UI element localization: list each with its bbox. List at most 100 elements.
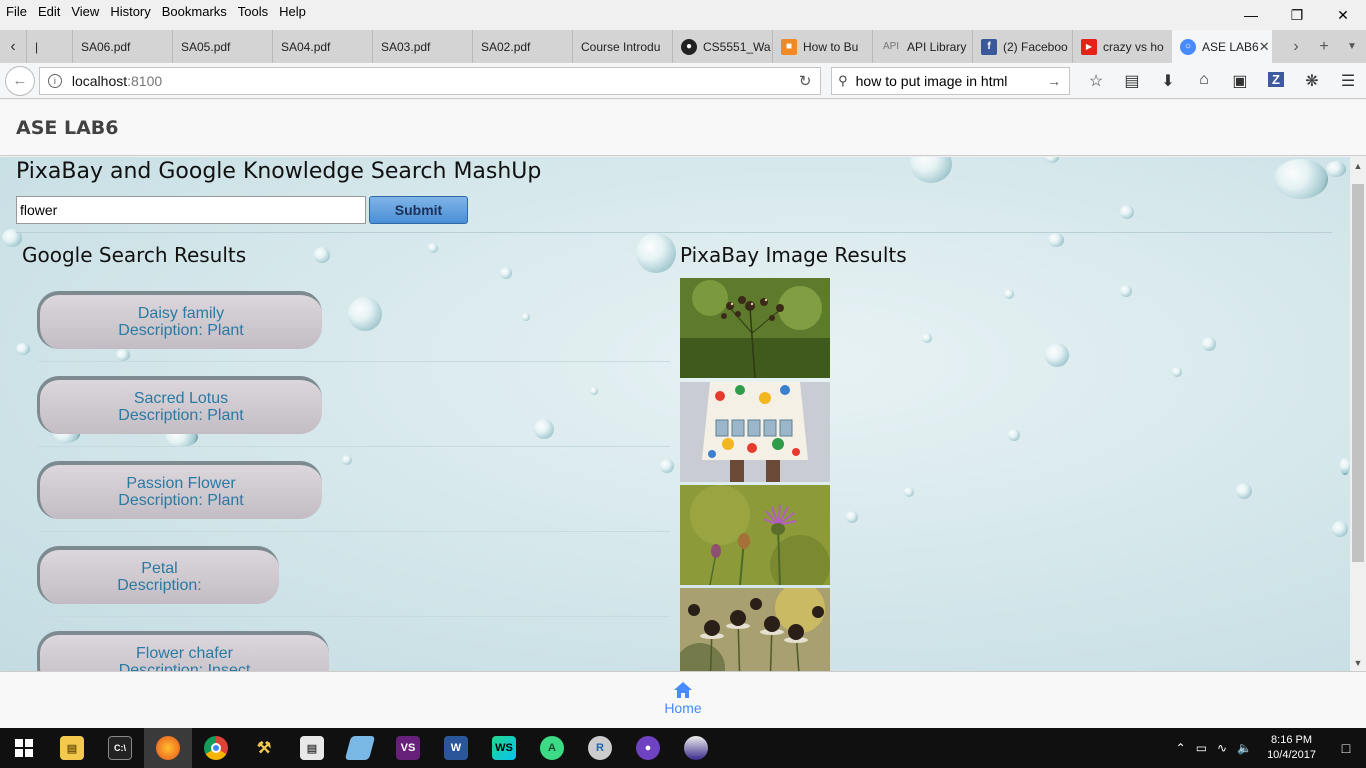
menu-edit[interactable]: Edit bbox=[38, 4, 60, 19]
tab-sa05[interactable]: SA05.pdf bbox=[172, 30, 272, 63]
notepad-button[interactable] bbox=[336, 728, 384, 768]
tab-scroll-right-icon[interactable]: › bbox=[1282, 38, 1310, 56]
media-button[interactable] bbox=[672, 728, 720, 768]
result-description: Description: Plant bbox=[118, 407, 244, 424]
tab-scroll-left-icon[interactable]: ‹ bbox=[0, 30, 26, 63]
tab-sa06[interactable]: SA06.pdf bbox=[72, 30, 172, 63]
android-studio-button[interactable]: A bbox=[528, 728, 576, 768]
word-button[interactable]: W bbox=[432, 728, 480, 768]
tab-github[interactable]: ● CS5551_Wa bbox=[672, 30, 772, 63]
extension-icon[interactable]: ❋ bbox=[1294, 71, 1330, 91]
result-item[interactable]: Sacred Lotus Description: Plant bbox=[37, 376, 322, 434]
browser-search-bar[interactable]: ⚲ how to put image in html → bbox=[831, 66, 1070, 95]
file-explorer-button[interactable]: ▤ bbox=[48, 728, 96, 768]
download-icon[interactable]: ⬇ bbox=[1150, 71, 1186, 91]
tab-youtube[interactable]: ▶ crazy vs ho bbox=[1072, 30, 1172, 63]
windows-logo-icon bbox=[15, 739, 33, 757]
water-drop bbox=[1004, 289, 1014, 299]
webstorm-button[interactable]: WS bbox=[480, 728, 528, 768]
restore-icon[interactable]: ❐ bbox=[1274, 0, 1320, 30]
tab-sa02[interactable]: SA02.pdf bbox=[472, 30, 572, 63]
folder-icon: ▤ bbox=[60, 736, 84, 760]
clock[interactable]: 8:16 PM 10/4/2017 bbox=[1267, 733, 1316, 763]
result-description: Description: bbox=[117, 577, 202, 594]
zotero-icon[interactable]: Z bbox=[1258, 71, 1294, 91]
hamburger-menu-icon[interactable]: ☰ bbox=[1330, 71, 1366, 91]
tab-course-intro[interactable]: Course Introdu bbox=[572, 30, 672, 63]
bottom-tab-bar: Home bbox=[0, 671, 1366, 728]
close-window-icon[interactable]: ✕ bbox=[1320, 0, 1366, 30]
github-desktop-icon: ● bbox=[636, 736, 660, 760]
scroll-up-icon[interactable]: ▲ bbox=[1350, 158, 1366, 174]
tools-button[interactable]: ⚒ bbox=[240, 728, 288, 768]
firefox-button[interactable] bbox=[144, 728, 192, 768]
water-drop bbox=[522, 313, 530, 321]
result-item[interactable]: Flower chafer Description: Insect bbox=[37, 631, 329, 671]
coneflowers-image bbox=[680, 588, 830, 671]
tab-sa03[interactable]: SA03.pdf bbox=[372, 30, 472, 63]
scroll-down-icon[interactable]: ▼ bbox=[1350, 655, 1366, 671]
battery-icon[interactable]: ▭ bbox=[1196, 741, 1207, 755]
r-button[interactable]: R bbox=[576, 728, 624, 768]
reload-icon[interactable]: ↻ bbox=[790, 72, 820, 90]
tab-api-library[interactable]: API API Library bbox=[872, 30, 972, 63]
bookmark-star-icon[interactable]: ☆ bbox=[1078, 71, 1114, 91]
menu-bar: File Edit View History Bookmarks Tools H… bbox=[0, 0, 1366, 22]
result-item[interactable]: Passion Flower Description: Plant bbox=[37, 461, 322, 519]
terminal-button[interactable]: C:\ bbox=[96, 728, 144, 768]
tab-facebook[interactable]: f (2) Faceboo bbox=[972, 30, 1072, 63]
result-item[interactable]: Petal Description: bbox=[37, 546, 279, 604]
menu-history[interactable]: History bbox=[110, 4, 150, 19]
close-tab-icon[interactable]: ✕ bbox=[1259, 39, 1270, 55]
result-item[interactable]: Daisy family Description: Plant bbox=[37, 291, 322, 349]
documents-button[interactable]: ▤ bbox=[288, 728, 336, 768]
menu-tools[interactable]: Tools bbox=[238, 4, 268, 19]
home-tab[interactable]: Home bbox=[664, 672, 702, 728]
water-drop bbox=[342, 455, 352, 465]
url-bar[interactable]: i localhost:8100 ↻ bbox=[38, 66, 822, 95]
menu-file[interactable]: File bbox=[6, 4, 27, 19]
pixabay-image[interactable] bbox=[680, 278, 830, 378]
tab-how-to-build[interactable]: ■ How to Bu bbox=[772, 30, 872, 63]
water-drop bbox=[16, 343, 30, 355]
home-tab-label: Home bbox=[664, 700, 702, 716]
search-input[interactable] bbox=[16, 196, 366, 224]
water-drop bbox=[590, 387, 598, 395]
url-host: localhost bbox=[71, 72, 128, 89]
info-icon[interactable]: i bbox=[47, 73, 62, 88]
water-drop bbox=[500, 267, 512, 279]
reading-list-icon[interactable]: ▤ bbox=[1114, 71, 1150, 91]
visual-studio-button[interactable]: VS bbox=[384, 728, 432, 768]
volume-icon[interactable]: 🔈 bbox=[1237, 741, 1252, 755]
screenshot-icon[interactable]: ▣ bbox=[1222, 71, 1258, 91]
search-go-icon[interactable]: → bbox=[1047, 73, 1069, 89]
back-icon[interactable]: ← bbox=[5, 65, 35, 96]
result-name: Petal bbox=[141, 560, 178, 577]
wifi-icon[interactable]: ∿ bbox=[1217, 741, 1227, 755]
tray-overflow-icon[interactable]: ⌃ bbox=[1176, 741, 1186, 755]
terminal-icon: C:\ bbox=[108, 736, 132, 760]
pixabay-image[interactable] bbox=[680, 485, 830, 585]
menu-bookmarks[interactable]: Bookmarks bbox=[162, 4, 227, 19]
pixabay-image[interactable] bbox=[680, 382, 830, 482]
minimize-icon[interactable]: — bbox=[1228, 0, 1274, 30]
github-desktop-button[interactable]: ● bbox=[624, 728, 672, 768]
scrollbar-thumb[interactable] bbox=[1352, 184, 1364, 562]
water-drop bbox=[922, 333, 932, 343]
pixabay-image[interactable] bbox=[680, 588, 830, 671]
thistle-image bbox=[680, 485, 830, 585]
result-name: Sacred Lotus bbox=[133, 390, 229, 407]
tab-list-icon[interactable]: ▼ bbox=[1338, 41, 1366, 52]
submit-button[interactable]: Submit bbox=[369, 196, 468, 224]
notification-icon[interactable]: □ bbox=[1326, 740, 1366, 756]
home-icon[interactable]: ⌂ bbox=[1186, 71, 1222, 91]
new-tab-icon[interactable]: + bbox=[1310, 38, 1338, 56]
tab-sa04[interactable]: SA04.pdf bbox=[272, 30, 372, 63]
chrome-button[interactable] bbox=[192, 728, 240, 768]
water-drop bbox=[1048, 233, 1064, 247]
start-button[interactable] bbox=[0, 728, 48, 768]
tab-partial[interactable]: | bbox=[26, 30, 72, 63]
tab-active[interactable]: ○ ASE LAB6 ✕ bbox=[1172, 30, 1272, 63]
menu-help[interactable]: Help bbox=[279, 4, 306, 19]
menu-view[interactable]: View bbox=[71, 4, 99, 19]
